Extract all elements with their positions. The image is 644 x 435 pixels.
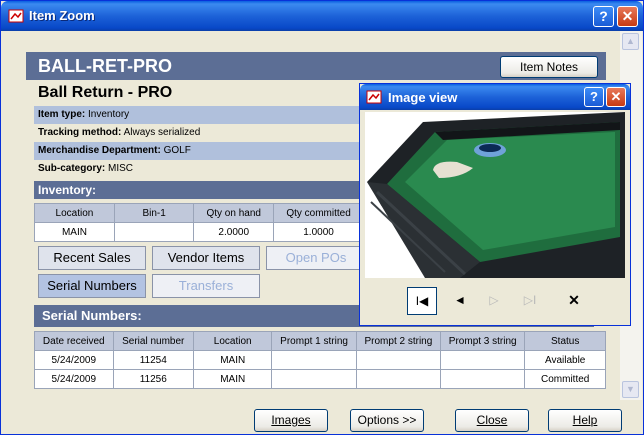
open-pos-button[interactable]: Open POs [266,246,366,270]
image-view-close-button[interactable]: ✕ [606,87,626,107]
scroll-down-icon[interactable]: ▼ [622,381,639,398]
close-label: Close [476,413,508,427]
serial-numbers-button[interactable]: Serial Numbers [38,274,146,298]
table-cell: 2.0000 [193,222,275,242]
department-value: GOLF [163,145,191,156]
subcategory-label: Sub-category: [38,163,106,174]
images-button[interactable]: Images [254,409,328,432]
options-button[interactable]: Options >> [350,409,424,432]
table-cell: 5/24/2009 [34,350,114,370]
table-header-row: Location Bin-1 Qty on hand Qty committed [34,203,364,223]
table-cell: MAIN [192,369,273,389]
department-label: Merchandise Department: [38,145,161,156]
serial-numbers-table: Date received Serial number Location Pro… [34,331,606,389]
table-cell [113,222,195,242]
column-header: Location [192,331,273,351]
table-cell [355,369,442,389]
table-cell [440,369,526,389]
item-name: Ball Return - PRO [38,84,173,101]
ball-return-image [365,112,625,278]
item-code: BALL-RET-PRO [38,56,172,76]
close-button[interactable]: Close [455,409,529,432]
item-type-value: Inventory [88,109,130,120]
table-cell: 1.0000 [273,222,364,242]
product-image [365,112,625,278]
image-view-title-bar[interactable]: Image view ? ✕ [360,84,630,110]
table-cell: MAIN [34,222,115,242]
delete-icon[interactable]: ✕ [559,287,589,315]
table-cell: 11256 [112,369,194,389]
table-cell [440,350,526,370]
image-navigation-bar: I◀ ◄ ▷ ▷I ✕ [365,281,625,321]
recent-sales-button[interactable]: Recent Sales [38,246,146,270]
first-record-icon[interactable]: I◀ [407,287,437,315]
image-view-dialog: Image view ? ✕ I◀ ◄ ▷ ▷I ✕ [359,83,631,326]
table-row[interactable]: MAIN 2.0000 1.0000 [34,222,364,242]
column-header: Bin-1 [113,203,195,223]
column-header: Prompt 1 string [271,331,357,351]
table-cell [355,350,442,370]
app-icon [8,9,24,23]
table-header-row: Date received Serial number Location Pro… [34,331,606,351]
help-title-button[interactable]: ? [593,6,614,27]
table-cell [271,369,357,389]
inventory-table: Location Bin-1 Qty on hand Qty committed… [34,203,364,242]
column-header: Date received [34,331,114,351]
column-header: Prompt 2 string [355,331,442,351]
image-view-app-icon [366,90,382,104]
table-cell: Committed [524,369,606,389]
table-cell: MAIN [192,350,273,370]
next-icon[interactable]: ▷ [479,287,509,315]
table-cell: 11254 [112,350,194,370]
table-row[interactable]: 5/24/2009 11256 MAIN Committed [34,369,606,389]
table-row[interactable]: 5/24/2009 11254 MAIN Available [34,350,606,370]
image-view-title: Image view [388,90,458,105]
window-title: Item Zoom [29,8,95,23]
tracking-label: Tracking method: [38,127,122,138]
tracking-value: Always serialized [123,127,201,138]
table-cell: Available [524,350,606,370]
item-notes-button[interactable]: Item Notes [500,56,598,78]
item-type-label: Item type: [38,109,86,120]
column-header: Qty committed [273,203,364,223]
table-cell: 5/24/2009 [34,369,114,389]
last-record-icon[interactable]: ▷I [515,287,545,315]
column-header: Status [524,331,606,351]
help-label: Help [572,413,598,427]
title-bar[interactable]: Item Zoom ? ✕ [1,1,643,31]
column-header: Qty on hand [193,203,275,223]
column-header: Serial number [112,331,194,351]
options-label: Options >> [357,413,417,427]
inventory-section-header: Inventory: [34,181,394,199]
subcategory-value: MISC [108,163,134,174]
help-button[interactable]: Help [548,409,622,432]
images-label: Images [271,413,311,427]
image-view-help-button[interactable]: ? [584,87,604,107]
close-title-button[interactable]: ✕ [617,6,638,27]
vendor-items-button[interactable]: Vendor Items [152,246,260,270]
scroll-up-icon[interactable]: ▲ [622,33,639,50]
transfers-button[interactable]: Transfers [152,274,260,298]
column-header: Location [34,203,115,223]
prev-icon[interactable]: ◄ [445,287,475,315]
column-header: Prompt 3 string [440,331,526,351]
table-cell [271,350,357,370]
